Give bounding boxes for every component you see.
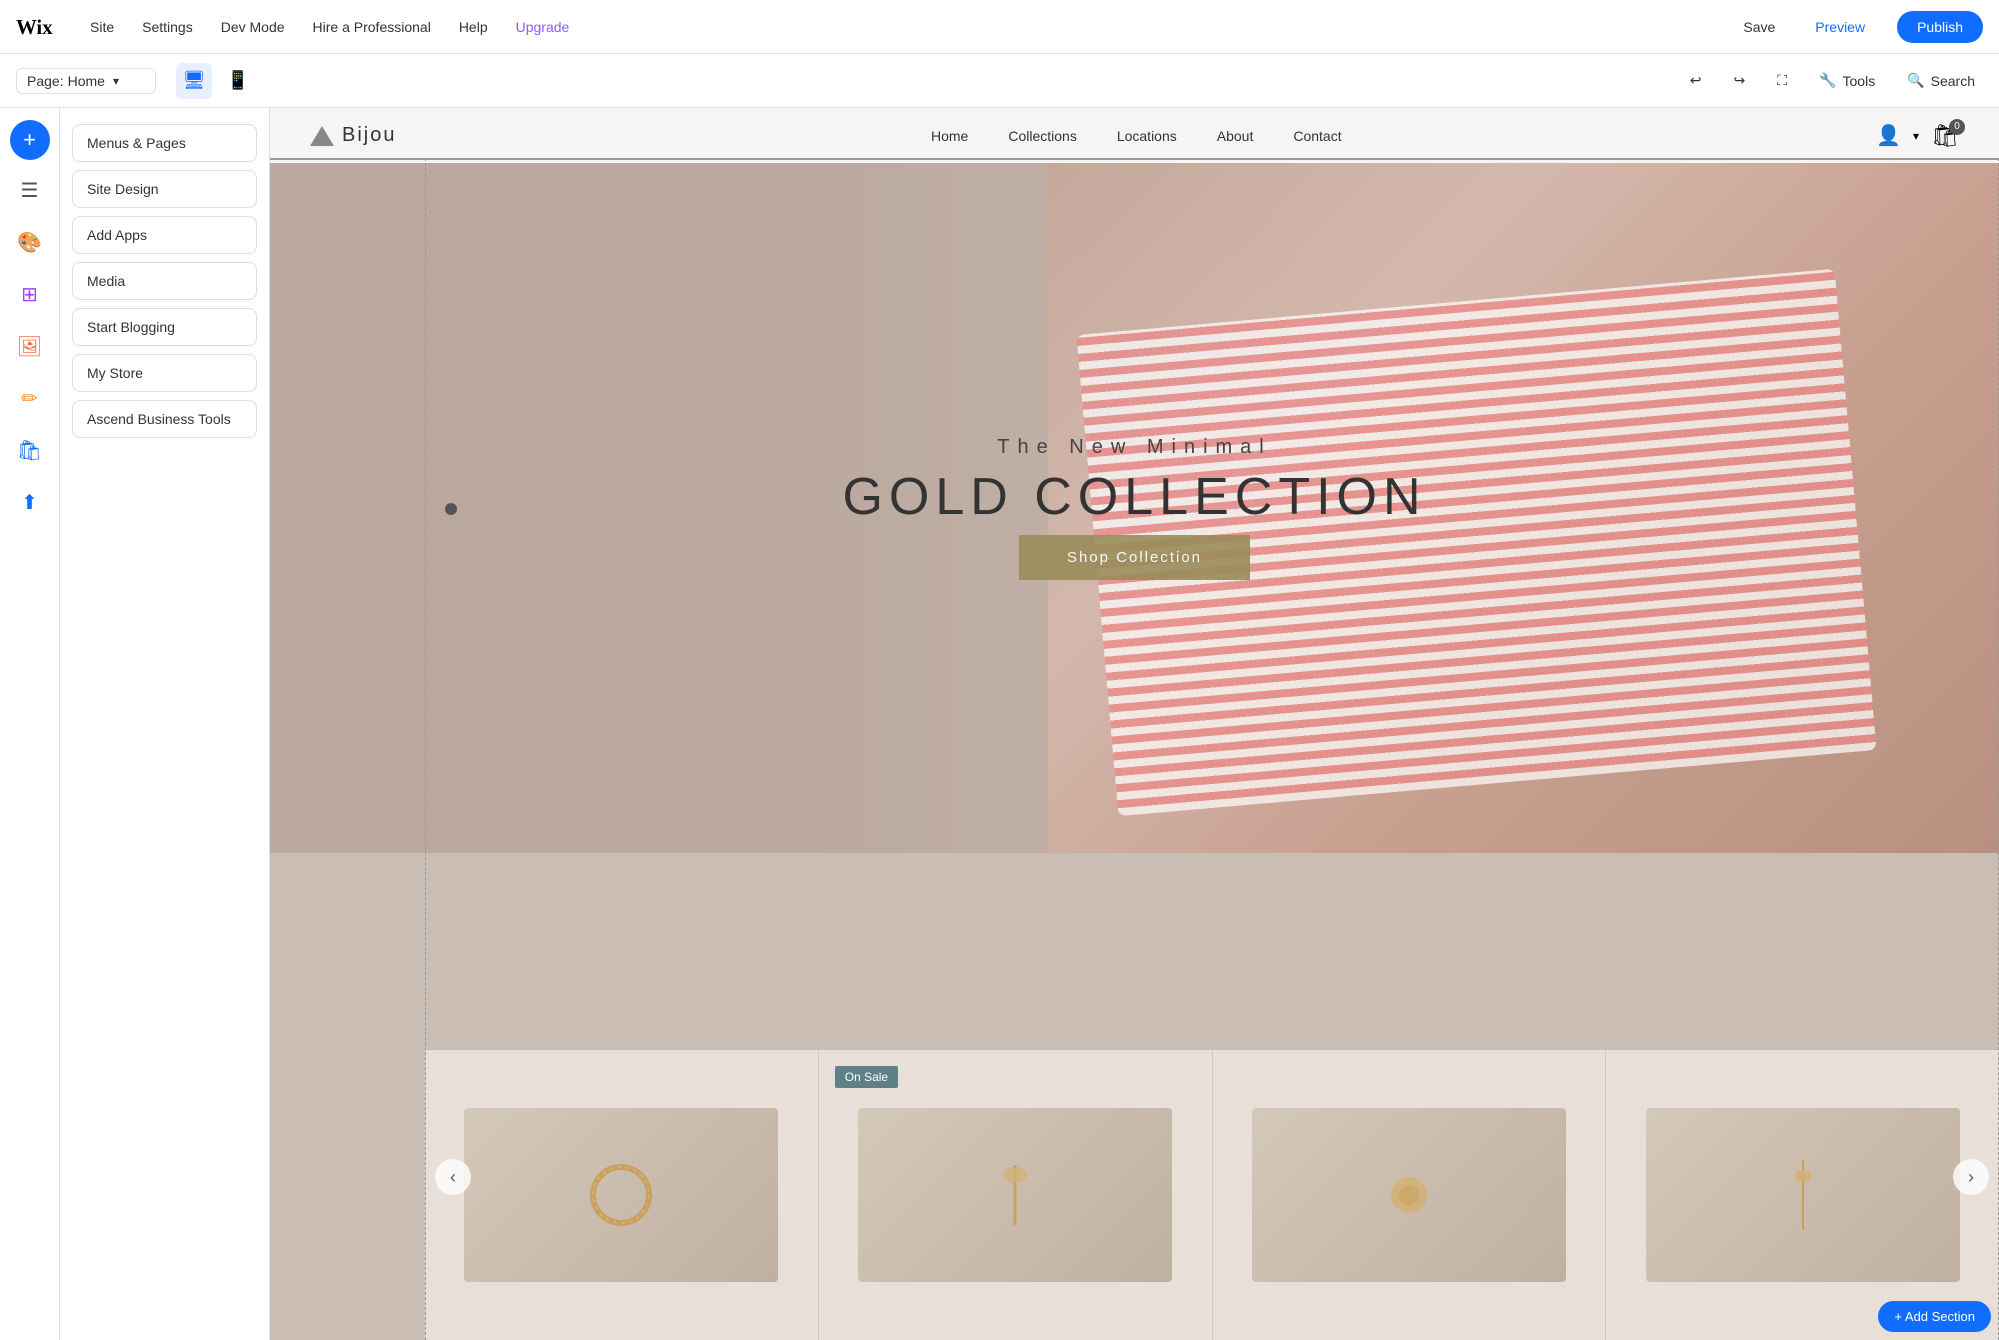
site-logo-text: Bijou xyxy=(342,124,396,147)
nav-hire[interactable]: Hire a Professional xyxy=(311,15,433,39)
device-toggle: 🖥 📱 xyxy=(176,63,256,99)
sidebar-item-pages[interactable]: ☰ xyxy=(8,168,52,212)
search-button[interactable]: 🔍 Search xyxy=(1899,68,1983,93)
product-image-4 xyxy=(1646,1108,1960,1282)
zoom-icon: ⛶ xyxy=(1777,72,1787,89)
page-selector[interactable]: Page: Home ▾ xyxy=(16,68,156,94)
tools-button[interactable]: 🔧 Tools xyxy=(1811,68,1883,93)
nav-upgrade[interactable]: Upgrade xyxy=(514,15,572,39)
sidebar-item-blog[interactable]: ✏ xyxy=(8,376,52,420)
sidebar-item-store[interactable]: 🛍 xyxy=(8,428,52,472)
product-row: On Sale xyxy=(425,1050,1999,1340)
site-design-button[interactable]: Site Design xyxy=(72,170,257,208)
product-image-1 xyxy=(464,1108,778,1282)
blog-icon: ✏ xyxy=(21,386,38,411)
product-card-1[interactable] xyxy=(425,1050,819,1340)
add-section-button[interactable]: + Add Section xyxy=(1878,1301,1991,1332)
tools-label: Tools xyxy=(1843,73,1876,89)
redo-button[interactable]: ↪ xyxy=(1726,68,1754,93)
nav-dev-mode[interactable]: Dev Mode xyxy=(219,15,287,39)
site-navigation-bar: Bijou Home Collections Locations About C… xyxy=(270,108,1999,163)
preview-button[interactable]: Preview xyxy=(1807,15,1873,39)
sidebar-item-media[interactable]: 🖼 xyxy=(8,324,52,368)
chevron-down-icon: ▾ xyxy=(113,74,119,88)
product-card-2[interactable]: On Sale xyxy=(819,1050,1213,1340)
publish-button[interactable]: Publish xyxy=(1897,11,1983,43)
media-button[interactable]: Media xyxy=(72,262,257,300)
product-image-2 xyxy=(858,1108,1172,1282)
ascend-business-tools-button[interactable]: Ascend Business Tools xyxy=(72,400,257,438)
my-store-button[interactable]: My Store xyxy=(72,354,257,392)
site-nav-collections[interactable]: Collections xyxy=(1008,128,1076,144)
ascend-icon: ⬆ xyxy=(21,490,38,515)
page-label: Page: xyxy=(27,73,64,89)
pages-icon: ☰ xyxy=(21,178,39,203)
nav-help[interactable]: Help xyxy=(457,15,490,39)
secondary-navigation: Page: Home ▾ 🖥 📱 ↩ ↪ ⛶ 🔧 Tools 🔍 Search xyxy=(0,54,1999,108)
sidebar-item-apps[interactable]: ⊞ xyxy=(8,272,52,316)
nav-settings[interactable]: Settings xyxy=(140,15,195,39)
site-nav-about[interactable]: About xyxy=(1217,128,1254,144)
undo-button[interactable]: ↩ xyxy=(1682,68,1710,93)
media-icon: 🖼 xyxy=(17,334,42,359)
sidebar-item-design[interactable]: 🎨 xyxy=(8,220,52,264)
wix-logo[interactable]: Wix xyxy=(16,15,56,39)
tools-icon: 🔧 xyxy=(1819,72,1836,89)
undo-icon: ↩ xyxy=(1690,72,1702,89)
prev-arrow-button[interactable]: ‹ xyxy=(435,1159,471,1195)
hero-subtitle: The New Minimal xyxy=(842,436,1426,459)
chevron-down-icon: ▾ xyxy=(1913,129,1919,143)
product-card-3[interactable] xyxy=(1213,1050,1607,1340)
hero-cta-button[interactable]: Shop Collection xyxy=(1019,535,1250,580)
on-sale-badge: On Sale xyxy=(835,1066,898,1088)
search-label: Search xyxy=(1931,73,1975,89)
site-logo: Bijou xyxy=(310,124,396,147)
apps-icon: ⊞ xyxy=(21,282,38,307)
design-icon: 🎨 xyxy=(17,230,42,255)
hero-section: The New Minimal GOLD COLLECTION Shop Col… xyxy=(270,163,1999,853)
left-sidebar: + ☰ 🎨 ⊞ 🖼 ✏ 🛍 ⬆ xyxy=(0,108,60,1340)
hero-title: GOLD COLLECTION xyxy=(842,467,1426,527)
product-card-4[interactable] xyxy=(1606,1050,1999,1340)
user-icon[interactable]: 👤 xyxy=(1876,123,1901,148)
store-icon: 🛍 xyxy=(17,438,42,463)
search-icon: 🔍 xyxy=(1907,72,1924,89)
site-nav-icons: 👤 ▾ 🛍 0 xyxy=(1876,123,1959,149)
start-blogging-button[interactable]: Start Blogging xyxy=(72,308,257,346)
redo-icon: ↪ xyxy=(1734,72,1746,89)
canvas-area: Bijou Home Collections Locations About C… xyxy=(270,108,1999,1340)
add-apps-button[interactable]: Add Apps xyxy=(72,216,257,254)
mobile-view-button[interactable]: 📱 xyxy=(220,63,256,99)
logo-triangle-icon xyxy=(310,126,334,146)
add-element-button[interactable]: + xyxy=(10,120,50,160)
product-image-3 xyxy=(1252,1108,1566,1282)
website-preview: Bijou Home Collections Locations About C… xyxy=(270,108,1999,1340)
desktop-view-button[interactable]: 🖥 xyxy=(176,63,212,99)
page-name: Home xyxy=(68,73,105,89)
cart-badge: 0 xyxy=(1949,119,1965,135)
zoom-mode-button[interactable]: ⛶ xyxy=(1769,68,1795,93)
nav-site[interactable]: Site xyxy=(88,15,116,39)
sidebar-item-ascend[interactable]: ⬆ xyxy=(8,480,52,524)
site-nav-locations[interactable]: Locations xyxy=(1117,128,1177,144)
slider-dot-active xyxy=(445,503,457,515)
next-arrow-button[interactable]: › xyxy=(1953,1159,1989,1195)
cart-icon-wrapper[interactable]: 🛍 0 xyxy=(1931,123,1959,149)
site-nav-contact[interactable]: Contact xyxy=(1293,128,1341,144)
menus-pages-button[interactable]: Menus & Pages xyxy=(72,124,257,162)
hero-content: The New Minimal GOLD COLLECTION Shop Col… xyxy=(842,436,1426,580)
editor-panel: Menus & Pages Site Design Add Apps Media… xyxy=(60,108,270,1340)
save-button[interactable]: Save xyxy=(1735,15,1783,39)
top-navigation: Wix Site Settings Dev Mode Hire a Profes… xyxy=(0,0,1999,54)
slider-dots xyxy=(445,503,457,515)
svg-text:Wix: Wix xyxy=(16,16,53,39)
site-nav-home[interactable]: Home xyxy=(931,128,968,144)
secondary-actions: ↩ ↪ ⛶ 🔧 Tools 🔍 Search xyxy=(1682,68,1983,93)
